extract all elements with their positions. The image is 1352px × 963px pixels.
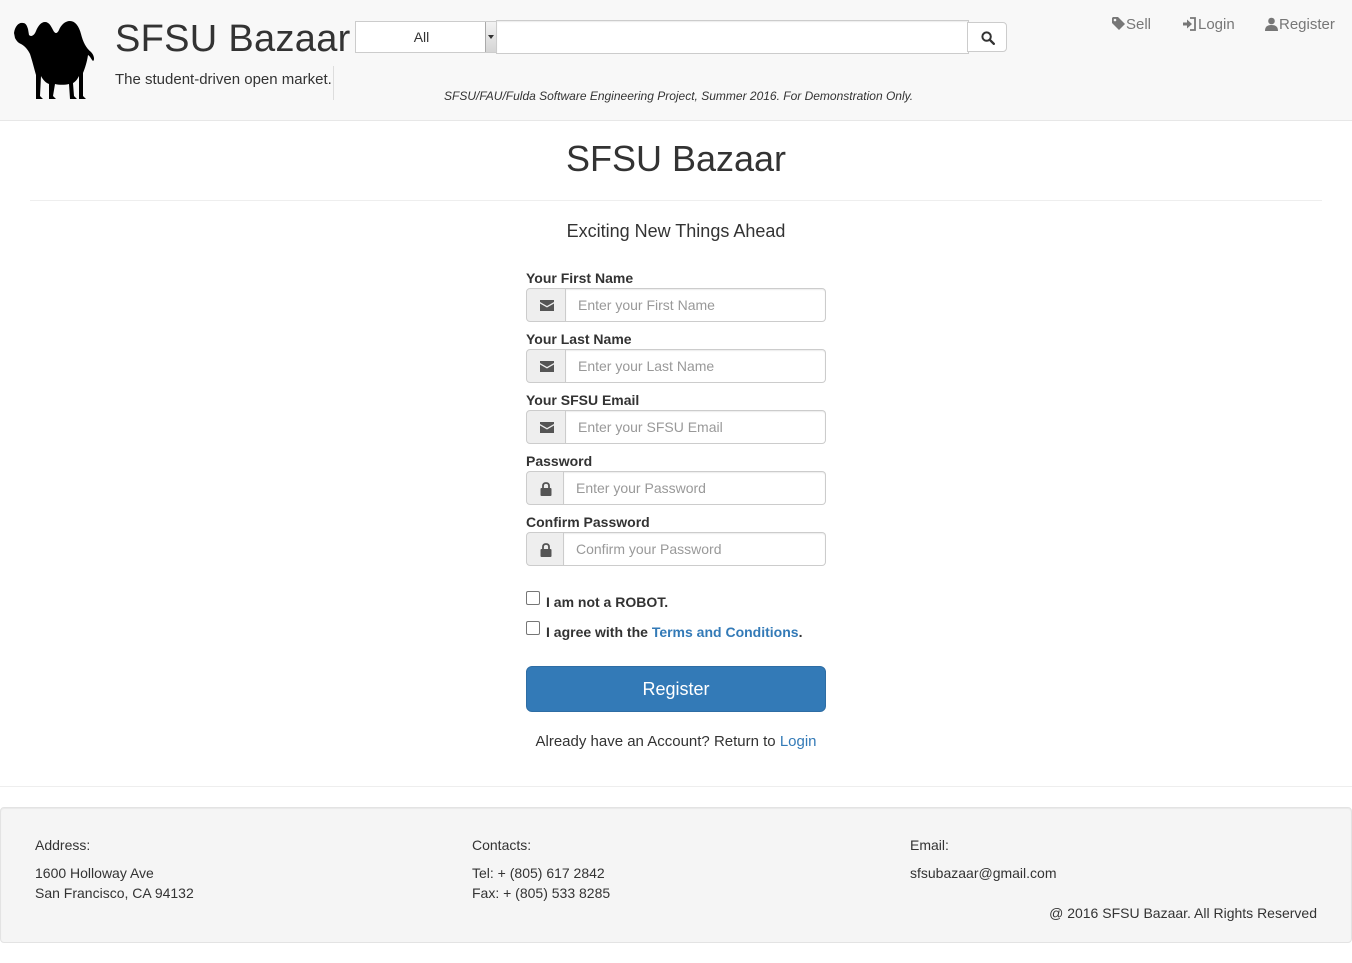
terms-check-label[interactable]: I agree with the Terms and Conditions. (546, 624, 802, 641)
page-subtitle: Exciting New Things Ahead (566, 221, 786, 241)
envelope-icon (540, 422, 554, 433)
password-input[interactable] (564, 471, 826, 505)
last-name-label: Your Last Name (526, 331, 632, 347)
email-group (526, 410, 826, 444)
login-link[interactable]: Login (780, 733, 817, 750)
camel-logo-icon[interactable] (13, 18, 97, 102)
last-name-group (526, 349, 826, 383)
last-name-addon (526, 349, 566, 383)
envelope-icon (540, 300, 554, 311)
terms-checkbox[interactable] (526, 621, 540, 635)
log-in-icon (1183, 17, 1196, 31)
category-select[interactable]: All (355, 21, 497, 53)
confirm-password-addon (526, 532, 564, 566)
first-name-group (526, 288, 826, 322)
tag-icon (1112, 17, 1125, 30)
address-line1: 1600 Holloway Ave (35, 865, 154, 881)
nav-register-link[interactable]: Register (1265, 16, 1335, 34)
search-input[interactable] (496, 20, 969, 54)
navbar: SFSU Bazaar The student-driven open mark… (0, 0, 1352, 121)
brand-title[interactable]: SFSU Bazaar (115, 17, 351, 61)
user-icon (1265, 17, 1278, 31)
first-name-input[interactable] (566, 288, 826, 322)
footer: Address: 1600 Holloway Ave San Francisco… (0, 807, 1352, 943)
address-heading: Address: (35, 837, 91, 853)
email-heading: Email: (910, 837, 949, 853)
login-prompt: Already have an Account? Return to Login (0, 733, 1352, 751)
password-group (526, 471, 826, 505)
robot-check-label[interactable]: I am not a ROBOT. (546, 594, 668, 611)
email-input[interactable] (566, 410, 826, 444)
robot-checkbox[interactable] (526, 591, 540, 605)
search-icon (981, 31, 995, 45)
copyright: @ 2016 SFSU Bazaar. All Rights Reserved (1049, 905, 1317, 921)
confirm-password-label: Confirm Password (526, 514, 650, 530)
confirm-password-input[interactable] (564, 532, 826, 566)
contacts-fax: Fax: + (805) 533 8285 (472, 885, 611, 901)
project-disclaimer: SFSU/FAU/Fulda Software Engineering Proj… (444, 89, 914, 103)
email-addon (526, 410, 566, 444)
category-selected-value: All (413, 29, 430, 45)
lock-icon (540, 543, 552, 557)
login-prompt-text: Already have an Account? Return to (535, 733, 776, 750)
first-name-addon (526, 288, 566, 322)
nav-register-label: Register (1279, 16, 1335, 33)
password-label: Password (526, 453, 593, 469)
address-line2: San Francisco, CA 94132 (35, 885, 194, 901)
brand-tagline: The student-driven open market. (115, 71, 332, 88)
page-title: SFSU Bazaar (565, 138, 787, 179)
envelope-icon (540, 361, 554, 372)
nav-login-link[interactable]: Login (1182, 16, 1235, 34)
last-name-input[interactable] (566, 349, 826, 383)
content-divider (0, 786, 1352, 787)
confirm-password-group (526, 532, 826, 566)
search-button[interactable] (967, 22, 1007, 52)
lock-icon (540, 482, 552, 496)
brand-divider (333, 66, 334, 100)
terms-suffix: . (798, 624, 803, 640)
register-button[interactable]: Register (526, 666, 826, 712)
first-name-label: Your First Name (526, 270, 634, 286)
contacts-heading: Contacts: (472, 837, 532, 853)
contacts-tel: Tel: + (805) 617 2842 (472, 865, 605, 881)
nav-login-label: Login (1198, 16, 1235, 33)
password-addon (526, 471, 564, 505)
terms-prefix: I agree with the (546, 624, 648, 640)
nav-sell-label: Sell (1126, 16, 1152, 33)
title-divider (30, 200, 1322, 201)
terms-link[interactable]: Terms and Conditions (652, 624, 799, 640)
chevron-down-icon[interactable] (485, 22, 496, 52)
nav-sell-link[interactable]: Sell (1112, 16, 1151, 34)
email-address: sfsubazaar@gmail.com (910, 865, 1057, 881)
email-label: Your SFSU Email (526, 392, 640, 408)
